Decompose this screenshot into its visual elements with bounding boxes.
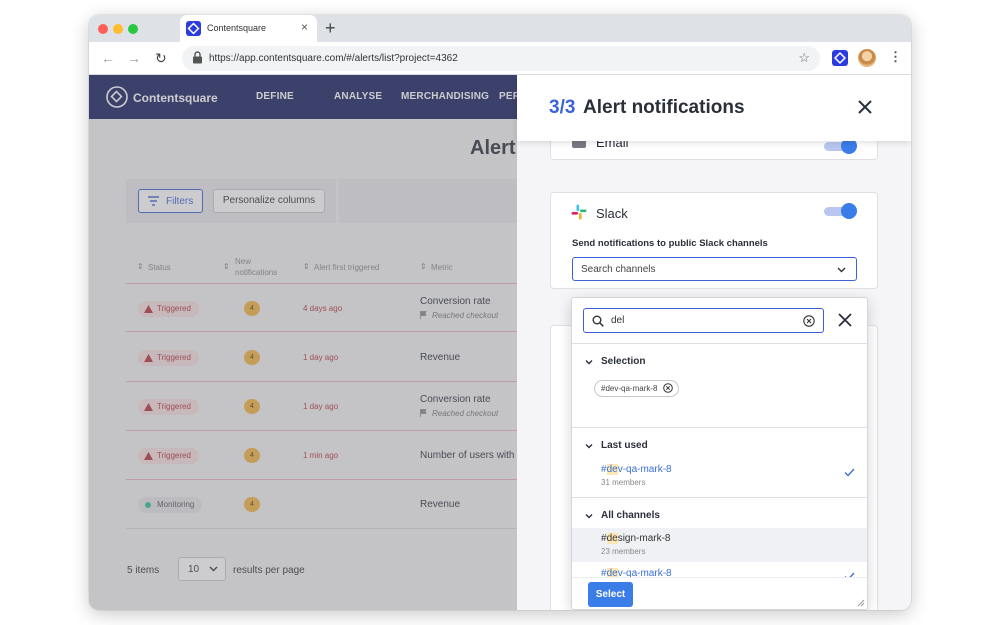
address-bar[interactable]: https://app.contentsquare.com/#/alerts/l… — [182, 46, 820, 71]
search-channels-select[interactable]: Search channels — [572, 257, 857, 281]
dropdown-footer: Select — [572, 577, 867, 609]
close-dropdown-icon[interactable] — [838, 313, 852, 327]
search-channels-placeholder: Search channels — [581, 264, 656, 275]
section-selection[interactable]: Selection — [601, 356, 645, 367]
chevron-down-icon[interactable] — [585, 512, 593, 520]
check-icon — [844, 468, 855, 477]
section-last-used[interactable]: Last used — [601, 440, 648, 451]
step-indicator: 3/3 — [549, 97, 576, 118]
browser-toolbar: ← → ↻ https://app.contentsquare.com/#/al… — [89, 42, 911, 75]
tab-close-icon[interactable]: × — [301, 20, 308, 34]
page: Contentsquare DEFINE ANALYSE MERCHANDISI… — [89, 75, 911, 610]
alert-notifications-panel: 3/3 Alert notifications Email Slack Send… — [517, 75, 911, 610]
divider — [572, 343, 867, 344]
divider — [572, 427, 867, 428]
browser-tab[interactable]: Contentsquare × — [180, 15, 317, 42]
resize-handle-icon[interactable] — [857, 599, 865, 607]
slack-label: Slack — [596, 206, 628, 221]
selected-channel-chip: #dev-qa-mark-8 — [594, 380, 680, 397]
window-close-button[interactable] — [98, 24, 108, 34]
contentsquare-extension-icon[interactable] — [832, 50, 848, 66]
chevron-down-icon[interactable] — [585, 358, 593, 366]
tab-strip: Contentsquare × + — [89, 15, 911, 42]
search-icon — [592, 315, 604, 327]
channel-name: #dev-qa-mark-8 — [601, 464, 672, 475]
channel-option[interactable]: #design-mark-8 23 members — [572, 528, 867, 562]
back-button[interactable]: ← — [101, 50, 115, 66]
clear-search-icon[interactable] — [803, 315, 815, 327]
panel-title: Alert notifications — [583, 97, 745, 118]
channel-dropdown: del Selection #dev-qa-mark-8 Last used #… — [571, 297, 868, 610]
channel-name: #design-mark-8 — [601, 533, 671, 544]
forward-button[interactable]: → — [127, 50, 141, 66]
bookmark-star-icon[interactable]: ☆ — [798, 50, 810, 66]
url-text: https://app.contentsquare.com/#/alerts/l… — [209, 53, 458, 64]
search-query: del — [611, 315, 625, 326]
reload-button[interactable]: ↻ — [155, 50, 167, 67]
close-panel-icon[interactable] — [857, 99, 873, 115]
remove-chip-icon[interactable] — [663, 383, 674, 393]
window-minimize-button[interactable] — [113, 24, 123, 34]
select-button[interactable]: Select — [588, 582, 633, 607]
channel-members: 23 members — [601, 547, 646, 556]
window-maximize-button[interactable] — [128, 24, 138, 34]
profile-avatar[interactable] — [858, 49, 876, 67]
channel-option[interactable]: #dev-qa-mark-8 31 members — [572, 459, 867, 493]
browser-window: Contentsquare × + ← → ↻ https://app.cont… — [89, 15, 911, 610]
lock-icon — [193, 51, 202, 64]
email-toggle[interactable] — [824, 138, 857, 154]
browser-menu-icon[interactable]: ⋮ — [889, 49, 902, 65]
chevron-down-icon[interactable] — [585, 442, 593, 450]
slack-description: Send notifications to public Slack chann… — [572, 238, 768, 249]
channel-members: 31 members — [601, 478, 646, 487]
new-tab-button[interactable]: + — [325, 18, 336, 39]
divider — [572, 497, 867, 498]
chevron-down-icon — [837, 267, 846, 273]
slack-icon — [571, 204, 587, 220]
channel-search-input[interactable]: del — [583, 308, 824, 333]
slack-toggle[interactable] — [824, 203, 857, 219]
slack-card: Slack Send notifications to public Slack… — [550, 192, 878, 289]
section-all-channels[interactable]: All channels — [601, 510, 660, 521]
tab-title: Contentsquare — [207, 23, 267, 33]
panel-header: 3/3 Alert notifications — [517, 75, 911, 141]
contentsquare-favicon-icon — [186, 21, 201, 36]
